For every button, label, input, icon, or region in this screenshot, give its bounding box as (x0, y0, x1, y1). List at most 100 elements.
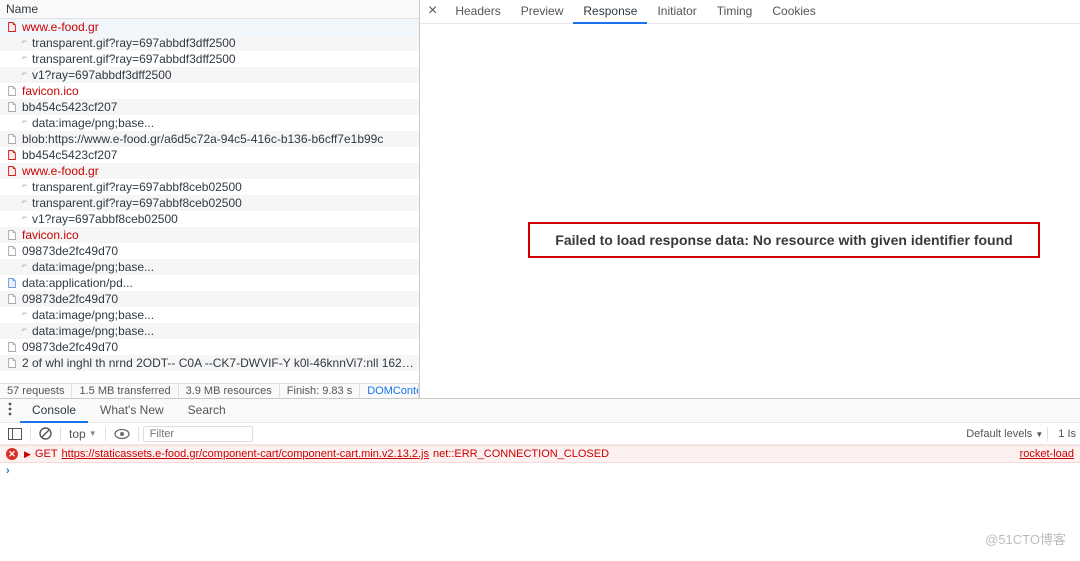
file-icon (6, 149, 18, 161)
network-row[interactable]: ⌐data:image/png;base... (0, 259, 419, 275)
detail-tabs: × HeadersPreviewResponseInitiatorTimingC… (420, 0, 1080, 24)
network-row-label: data:image/png;base... (32, 308, 154, 322)
file-icon (6, 165, 18, 177)
network-row-label: www.e-food.gr (22, 164, 99, 178)
live-expression-button[interactable] (110, 426, 134, 442)
tree-node-icon: ⌐ (22, 116, 30, 126)
clear-console-button[interactable] (35, 425, 56, 442)
status-finish: Finish: 9.83 s (280, 384, 360, 398)
network-row[interactable]: bb454c5423cf207 (0, 147, 419, 163)
detail-tab-cookies[interactable]: Cookies (762, 0, 825, 24)
status-transferred: 1.5 MB transferred (72, 384, 178, 398)
network-request-list: Name www.e-food.gr⌐transparent.gif?ray=6… (0, 0, 420, 398)
context-selector[interactable]: top ▼ (65, 427, 101, 441)
network-row[interactable]: ⌐data:image/png;base... (0, 307, 419, 323)
response-body: Failed to load response data: No resourc… (420, 24, 1080, 398)
drawer-menu-button[interactable] (0, 402, 20, 419)
drawer-tab-console[interactable]: Console (20, 399, 88, 423)
file-icon (6, 277, 18, 289)
network-row-label: v1?ray=697abbdf3dff2500 (32, 68, 172, 82)
file-icon (6, 341, 18, 353)
network-row-label: data:image/png;base... (32, 324, 154, 338)
response-error-message: Failed to load response data: No resourc… (528, 222, 1040, 258)
network-row-label: 09873de2fc49d70 (22, 340, 118, 354)
network-row-label: www.e-food.gr (22, 20, 99, 34)
network-row[interactable]: ⌐data:image/png;base... (0, 323, 419, 339)
file-icon (6, 229, 18, 241)
tree-node-icon: ⌐ (22, 308, 30, 318)
network-row-label: data:image/png;base... (32, 260, 154, 274)
network-row[interactable]: 09873de2fc49d70 (0, 243, 419, 259)
detail-tab-initiator[interactable]: Initiator (647, 0, 706, 24)
network-row[interactable]: 2 of whl inghl th nrnd 2ODT-- C0A --CK7-… (0, 355, 419, 371)
network-row[interactable]: bb454c5423cf207 (0, 99, 419, 115)
tree-node-icon: ⌐ (22, 212, 30, 222)
tree-node-icon: ⌐ (22, 68, 30, 78)
network-row-label: bb454c5423cf207 (22, 148, 117, 162)
detail-tab-response[interactable]: Response (573, 0, 647, 24)
tree-node-icon: ⌐ (22, 324, 30, 334)
drawer-tab-what-s-new[interactable]: What's New (88, 399, 176, 423)
console-method: GET (35, 448, 58, 460)
network-row[interactable]: www.e-food.gr (0, 163, 419, 179)
network-row[interactable]: ⌐transparent.gif?ray=697abbdf3dff2500 (0, 51, 419, 67)
network-row[interactable]: ⌐transparent.gif?ray=697abbf8ceb02500 (0, 179, 419, 195)
status-dom-content-loaded[interactable]: DOMContentLoad (360, 384, 419, 398)
console-error-row[interactable]: ✕ ▶ GET https://staticassets.e-food.gr/c… (0, 445, 1080, 463)
network-row-label: data:image/png;base... (32, 116, 154, 130)
status-requests: 57 requests (0, 384, 72, 398)
network-row-label: favicon.ico (22, 84, 79, 98)
kebab-icon (8, 402, 12, 416)
network-row[interactable]: ⌐data:image/png;base... (0, 115, 419, 131)
console-source-link[interactable]: rocket-load (1020, 448, 1074, 460)
console-toolbar: top ▼ Default levels ▼ 1 Is (0, 423, 1080, 445)
network-row[interactable]: ⌐v1?ray=697abbf8ceb02500 (0, 211, 419, 227)
detail-tab-timing[interactable]: Timing (707, 0, 763, 24)
network-row[interactable]: ⌐v1?ray=697abbdf3dff2500 (0, 67, 419, 83)
network-row[interactable]: www.e-food.gr (0, 19, 419, 35)
file-icon (6, 101, 18, 113)
file-icon (6, 85, 18, 97)
detail-tab-headers[interactable]: Headers (445, 0, 510, 24)
network-row[interactable]: favicon.ico (0, 83, 419, 99)
network-column-header-name[interactable]: Name (0, 0, 419, 19)
context-selector-label: top (69, 427, 86, 441)
sidebar-toggle-icon (8, 428, 22, 440)
watermark: @51CTO博客 (985, 529, 1066, 548)
tree-node-icon: ⌐ (22, 52, 30, 62)
status-resources: 3.9 MB resources (179, 384, 280, 398)
network-row[interactable]: ⌐transparent.gif?ray=697abbdf3dff2500 (0, 35, 419, 51)
network-row-label: blob:https://www.e-food.gr/a6d5c72a-94c5… (22, 132, 383, 146)
drawer-tab-search[interactable]: Search (176, 399, 238, 423)
network-row-label: transparent.gif?ray=697abbf8ceb02500 (32, 180, 242, 194)
console-prompt[interactable]: › (0, 463, 1080, 479)
network-row-label: bb454c5423cf207 (22, 100, 117, 114)
log-levels-selector[interactable]: Default levels ▼ (966, 428, 1043, 440)
console-url-link[interactable]: https://staticassets.e-food.gr/component… (62, 448, 429, 460)
detail-tab-preview[interactable]: Preview (511, 0, 574, 24)
network-row-label: 09873de2fc49d70 (22, 292, 118, 306)
clear-console-icon (39, 427, 52, 440)
tree-node-icon: ⌐ (22, 260, 30, 270)
network-row[interactable]: 09873de2fc49d70 (0, 291, 419, 307)
network-row[interactable]: ⌐transparent.gif?ray=697abbf8ceb02500 (0, 195, 419, 211)
network-status-bar: 57 requests 1.5 MB transferred 3.9 MB re… (0, 383, 419, 398)
network-row-label: transparent.gif?ray=697abbf8ceb02500 (32, 196, 242, 210)
chevron-down-icon: ▼ (1035, 430, 1043, 439)
network-row-label: v1?ray=697abbf8ceb02500 (32, 212, 178, 226)
network-row[interactable]: favicon.ico (0, 227, 419, 243)
network-row-label: 2 of whl inghl th nrnd 2ODT-- C0A --CK7-… (22, 356, 419, 370)
issues-button[interactable]: 1 Is (1058, 428, 1076, 440)
expand-icon[interactable]: ▶ (24, 449, 31, 460)
close-detail-button[interactable]: × (426, 4, 445, 20)
network-row[interactable]: 09873de2fc49d70 (0, 339, 419, 355)
file-icon (6, 293, 18, 305)
live-expression-icon (114, 428, 130, 440)
network-row[interactable]: blob:https://www.e-food.gr/a6d5c72a-94c5… (0, 131, 419, 147)
network-row-label: data:application/pd... (22, 276, 133, 290)
console-filter-input[interactable] (143, 426, 253, 442)
sidebar-toggle-button[interactable] (4, 426, 26, 442)
file-icon (6, 133, 18, 145)
file-icon (6, 21, 18, 33)
network-row[interactable]: data:application/pd... (0, 275, 419, 291)
